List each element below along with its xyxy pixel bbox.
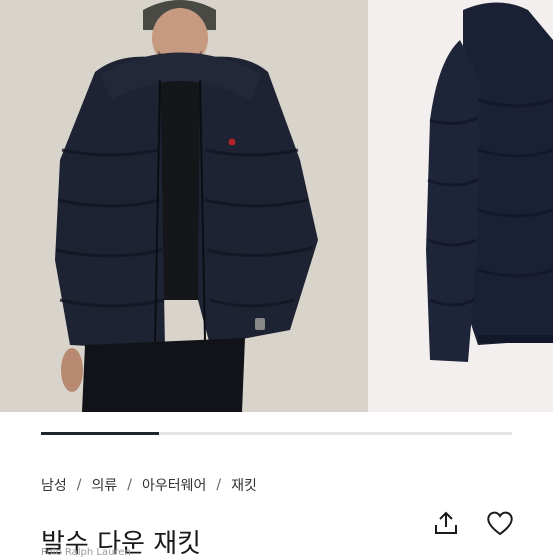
progress-fill xyxy=(41,432,159,435)
product-actions xyxy=(431,508,515,538)
model-photo[interactable] xyxy=(0,0,368,412)
heart-icon xyxy=(487,511,513,536)
breadcrumb-item-clothing[interactable]: 의류 xyxy=(91,475,117,495)
product-photo[interactable] xyxy=(368,0,553,412)
product-image-carousel[interactable] xyxy=(0,0,553,412)
wishlist-button[interactable] xyxy=(485,508,515,538)
model-illustration xyxy=(0,0,368,412)
jacket-illustration xyxy=(368,0,553,412)
share-icon xyxy=(435,511,457,534)
breadcrumb-item-jackets[interactable]: 재킷 xyxy=(231,475,257,495)
carousel-progress-bar xyxy=(41,432,512,435)
breadcrumb-separator: / xyxy=(216,477,222,493)
share-button[interactable] xyxy=(431,508,461,538)
breadcrumb-separator: / xyxy=(76,477,82,493)
breadcrumb-item-outerwear[interactable]: 아우터웨어 xyxy=(142,475,206,495)
breadcrumb-separator: / xyxy=(127,477,132,493)
breadcrumb-item-men[interactable]: 남성 xyxy=(41,475,67,495)
breadcrumb: 남성 / 의류 / 아우터웨어 / 재킷 xyxy=(41,475,257,495)
